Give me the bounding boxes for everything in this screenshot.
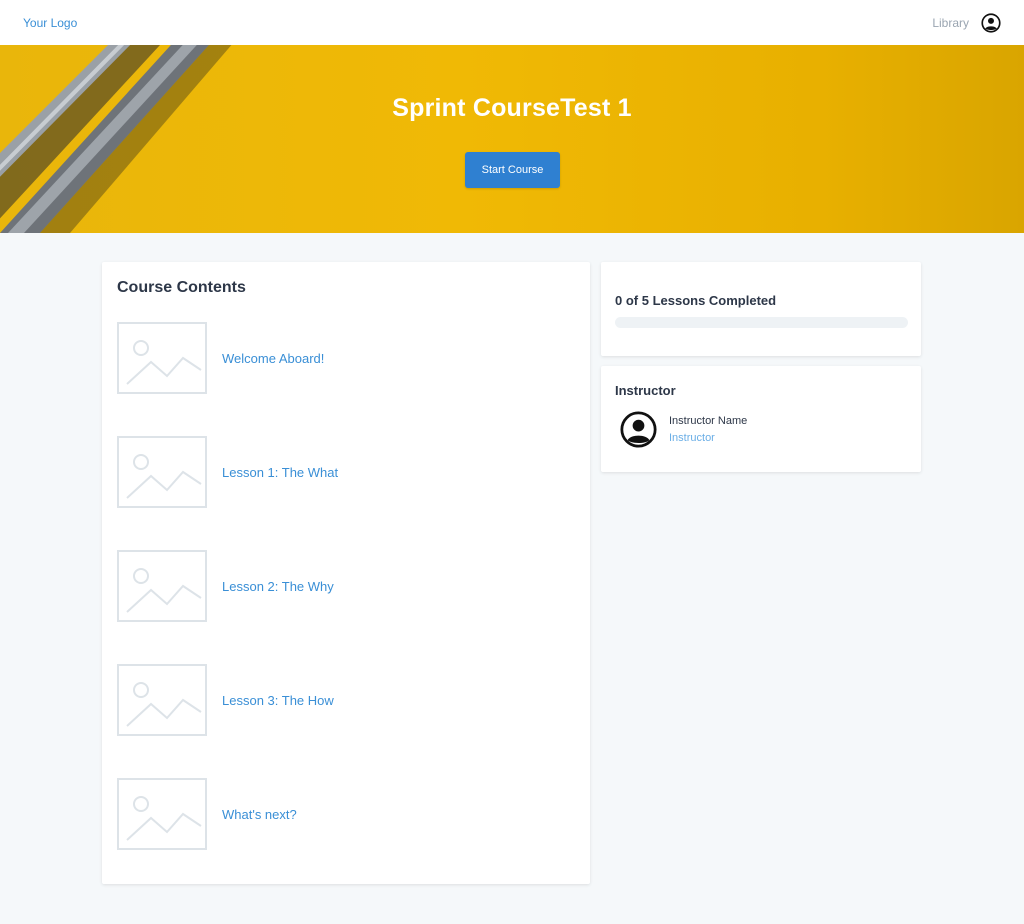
topbar-right-group: Library (932, 12, 1001, 33)
lesson-title[interactable]: Lesson 2: The Why (222, 579, 334, 594)
lesson-title[interactable]: What's next? (222, 807, 297, 822)
instructor-card: Instructor Instructor Name Instructor (601, 366, 921, 472)
lesson-item-the-how[interactable]: Lesson 3: The How (117, 664, 557, 736)
lesson-item-the-what[interactable]: Lesson 1: The What (117, 436, 557, 508)
pencils-decoration-image (0, 45, 232, 233)
lesson-item-welcome[interactable]: Welcome Aboard! (117, 322, 557, 394)
image-placeholder-icon (117, 550, 207, 622)
lesson-title[interactable]: Lesson 3: The How (222, 693, 334, 708)
lesson-title[interactable]: Welcome Aboard! (222, 351, 324, 366)
user-circle-icon[interactable] (981, 12, 1001, 33)
nav-library-link[interactable]: Library (932, 16, 969, 30)
lessons-completed-label: 0 of 5 Lessons Completed (615, 293, 777, 308)
start-course-button[interactable]: Start Course (465, 152, 560, 188)
image-placeholder-icon (117, 436, 207, 508)
image-placeholder-icon (117, 778, 207, 850)
instructor-avatar-icon (620, 411, 657, 448)
progress-card: 0 of 5 Lessons Completed (601, 262, 921, 356)
progress-bar (615, 317, 908, 328)
image-placeholder-icon (117, 322, 207, 394)
course-contents-heading: Course Contents (117, 279, 246, 296)
top-navigation-bar: Your Logo Library (0, 0, 1024, 45)
instructor-heading: Instructor (615, 383, 676, 398)
lesson-title[interactable]: Lesson 1: The What (222, 465, 338, 480)
course-hero-banner: Sprint CourseTest 1 Start Course (0, 45, 1024, 233)
image-placeholder-icon (117, 664, 207, 736)
lesson-item-the-why[interactable]: Lesson 2: The Why (117, 550, 557, 622)
lesson-item-whats-next[interactable]: What's next? (117, 778, 557, 850)
instructor-name: Instructor Name (669, 415, 748, 427)
logo-link[interactable]: Your Logo (23, 16, 77, 30)
course-title: Sprint CourseTest 1 (392, 94, 632, 122)
course-contents-card: Course Contents Welcome Aboard! Lesson 1… (102, 262, 590, 884)
instructor-role: Instructor (669, 432, 715, 444)
